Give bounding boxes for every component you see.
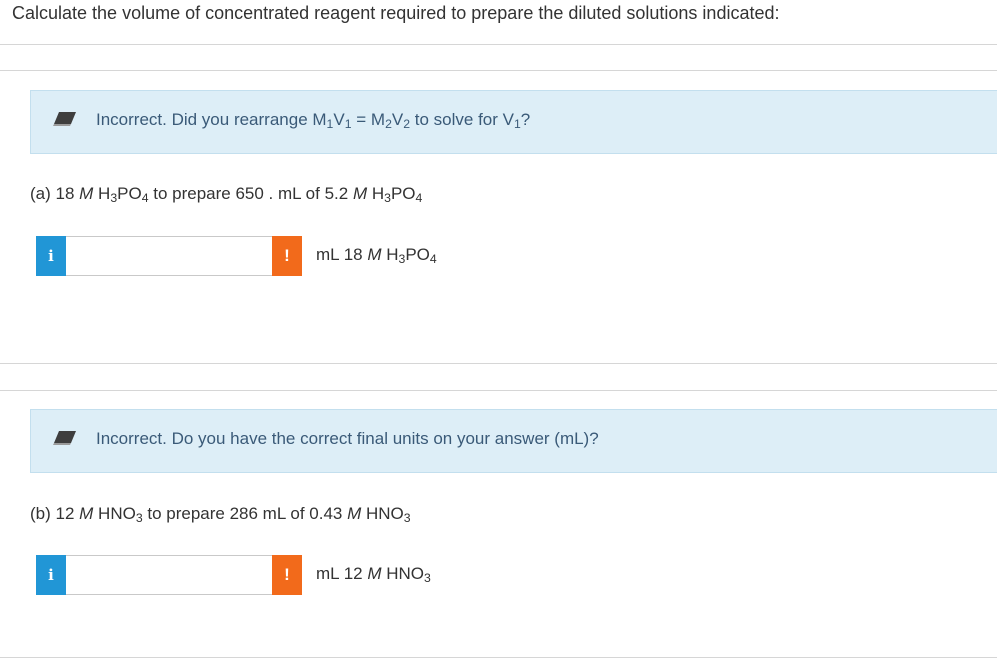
question-a: (a) 18 M H3PO4 to prepare 650 . mL of 5.… [30,184,423,205]
feedback-text-b: Incorrect. Do you have the correct final… [96,429,599,448]
divider [0,44,997,45]
divider [0,390,997,391]
eraser-icon [53,112,76,126]
eraser-icon [53,431,76,445]
question-b: (b) 12 M HNO3 to prepare 286 mL of 0.43 … [30,504,411,525]
warning-button[interactable]: ! [272,236,302,276]
instructions-text: Calculate the volume of concentrated rea… [12,3,780,23]
feedback-box-a: Incorrect. Did you rearrange M1V1 = M2V2… [30,90,997,154]
answer-input-a[interactable] [66,236,302,276]
unit-label-a: mL 18 M H3PO4 [316,245,437,266]
feedback-box-b: Incorrect. Do you have the correct final… [30,409,997,473]
unit-label-b: mL 12 M HNO3 [316,564,431,585]
info-button[interactable]: i [36,236,66,276]
answer-input-b[interactable] [66,555,302,595]
divider [0,70,997,71]
feedback-text-a: Incorrect. Did you rearrange M1V1 = M2V2… [96,110,531,131]
divider [0,657,997,658]
divider [0,363,997,364]
warning-button[interactable]: ! [272,555,302,595]
info-button[interactable]: i [36,555,66,595]
